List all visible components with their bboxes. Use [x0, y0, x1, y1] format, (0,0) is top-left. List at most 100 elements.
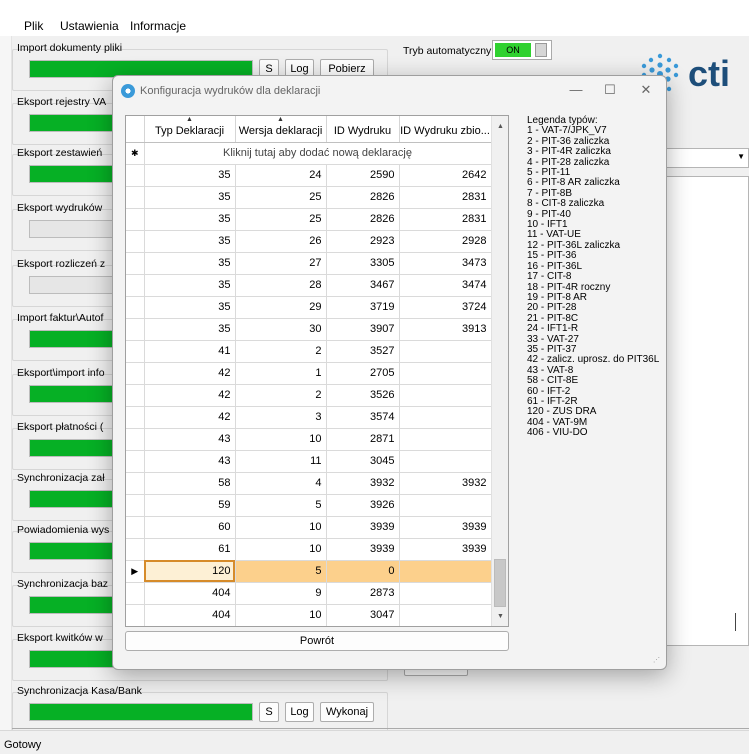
table-cell[interactable]: 3574	[326, 406, 400, 429]
table-cell[interactable]: 3932	[326, 472, 400, 495]
table-cell[interactable]: 10	[235, 604, 327, 626]
table-cell[interactable]: 29	[235, 296, 327, 319]
table-cell[interactable]: 5	[235, 494, 327, 517]
table-row[interactable]: 35 26 2923 2928	[126, 230, 492, 253]
table-cell[interactable]: 3305	[326, 252, 400, 275]
table-row[interactable]: 404 10 3047	[126, 604, 492, 626]
table-cell[interactable]	[399, 560, 492, 583]
table-cell[interactable]: 3907	[326, 318, 400, 341]
column-header-summary-print-id[interactable]: ID Wydruku zbio...	[399, 116, 492, 143]
table-cell[interactable]: 2	[235, 340, 327, 363]
back-button[interactable]: Powrót	[125, 631, 509, 651]
table-cell[interactable]: 3913	[399, 318, 492, 341]
table-cell[interactable]	[399, 406, 492, 429]
table-cell[interactable]: 3527	[326, 340, 400, 363]
table-cell[interactable]	[399, 626, 491, 627]
row-selector[interactable]	[126, 428, 145, 451]
table-row[interactable]: 59 5 3926	[126, 494, 492, 517]
table-cell[interactable]: 42	[144, 362, 236, 385]
table-cell[interactable]	[399, 582, 492, 605]
table-cell[interactable]: 35	[144, 274, 236, 297]
table-cell[interactable]: 35	[144, 208, 236, 231]
table-cell[interactable]: 11	[235, 450, 327, 473]
table-cell[interactable]: 1	[235, 362, 327, 385]
table-cell[interactable]: 3047	[326, 604, 400, 626]
table-cell[interactable]: 3939	[326, 538, 400, 561]
table-cell[interactable]	[399, 340, 492, 363]
table-cell[interactable]: 2923	[326, 230, 400, 253]
table-cell[interactable]: 30	[235, 318, 327, 341]
table-cell[interactable]: 3939	[399, 516, 492, 539]
table-cell[interactable]: 59	[144, 494, 236, 517]
table-row[interactable]: 35 30 3907 3913	[126, 318, 492, 341]
row-selector[interactable]	[126, 626, 144, 627]
row-selector[interactable]	[126, 186, 145, 209]
row-selector[interactable]	[126, 538, 145, 561]
table-cell[interactable]	[399, 384, 492, 407]
table-cell[interactable]: 35	[144, 186, 236, 209]
table-cell[interactable]: 0	[326, 560, 400, 583]
table-row[interactable]: 35 29 3719 3724	[126, 296, 492, 319]
row-selector[interactable]	[126, 274, 145, 297]
table-cell[interactable]: 25	[235, 186, 327, 209]
close-icon[interactable]: ✕	[636, 82, 656, 98]
row-selector[interactable]	[126, 406, 145, 429]
table-cell[interactable]	[399, 362, 492, 385]
table-cell[interactable]: 3473	[399, 252, 492, 275]
table-cell[interactable]	[399, 428, 492, 451]
column-header-type[interactable]: ▲ Typ Deklaracji	[144, 116, 236, 143]
row-selector[interactable]	[126, 230, 145, 253]
table-cell[interactable]: 0	[326, 626, 399, 627]
table-cell[interactable]: 26	[235, 230, 327, 253]
row-selector[interactable]	[126, 296, 145, 319]
table-row[interactable]: 35 25 2826 2831	[126, 186, 492, 209]
minimize-icon[interactable]: —	[566, 82, 586, 97]
table-cell[interactable]: 404	[144, 582, 236, 605]
table-cell[interactable]	[399, 494, 492, 517]
table-cell[interactable]: 2873	[326, 582, 400, 605]
table-row[interactable]: 43 11 3045	[126, 450, 492, 473]
table-cell[interactable]	[399, 604, 492, 626]
table-cell[interactable]: 5	[235, 560, 327, 583]
table-cell[interactable]: 35	[144, 164, 236, 187]
table-cell[interactable]: 404	[144, 604, 236, 626]
column-header-version[interactable]: ▲ Wersja deklaracji	[235, 116, 327, 143]
table-cell[interactable]: 2826	[326, 186, 400, 209]
table-cell[interactable]: 35	[144, 296, 236, 319]
table-row[interactable]: 40610	[126, 626, 491, 627]
maximize-icon[interactable]: ☐	[600, 82, 620, 98]
current-row-arrow-icon[interactable]: ▶	[126, 560, 145, 583]
table-row[interactable]: 42 1 2705	[126, 362, 492, 385]
row-selector[interactable]	[126, 494, 145, 517]
toggle-knob[interactable]	[535, 43, 547, 57]
table-row[interactable]: 42 2 3526	[126, 384, 492, 407]
table-cell[interactable]: 3526	[326, 384, 400, 407]
table-cell[interactable]: 41	[144, 340, 236, 363]
table-cell[interactable]: 24	[235, 164, 327, 187]
table-cell[interactable]: 3724	[399, 296, 492, 319]
table-cell[interactable]: 3474	[399, 274, 492, 297]
table-cell[interactable]: 27	[235, 252, 327, 275]
table-cell[interactable]: 2928	[399, 230, 492, 253]
table-cell[interactable]: 43	[144, 428, 236, 451]
table-row[interactable]: 35 28 3467 3474	[126, 274, 492, 297]
scroll-down-icon[interactable]: ▼	[492, 608, 508, 624]
table-cell[interactable]: 120	[144, 560, 236, 583]
row-selector[interactable]	[126, 582, 145, 605]
row-selector[interactable]	[126, 604, 145, 626]
table-cell[interactable]: 25	[235, 208, 327, 231]
row-selector[interactable]	[126, 164, 145, 187]
table-cell[interactable]: 3719	[326, 296, 400, 319]
table-cell[interactable]: 61	[144, 538, 236, 561]
section-button-log[interactable]: Log	[285, 702, 314, 722]
table-cell[interactable]: 35	[144, 252, 236, 275]
table-cell[interactable]: 3926	[326, 494, 400, 517]
table-cell[interactable]: 42	[144, 406, 236, 429]
table-row[interactable]: 35 24 2590 2642	[126, 164, 492, 187]
table-cell[interactable]: 35	[144, 230, 236, 253]
table-cell[interactable]: 2831	[399, 186, 492, 209]
table-cell[interactable]: 10	[235, 428, 327, 451]
table-row[interactable]: 41 2 3527	[126, 340, 492, 363]
table-cell[interactable]: 35	[144, 318, 236, 341]
section-button-s[interactable]: S	[259, 702, 279, 722]
